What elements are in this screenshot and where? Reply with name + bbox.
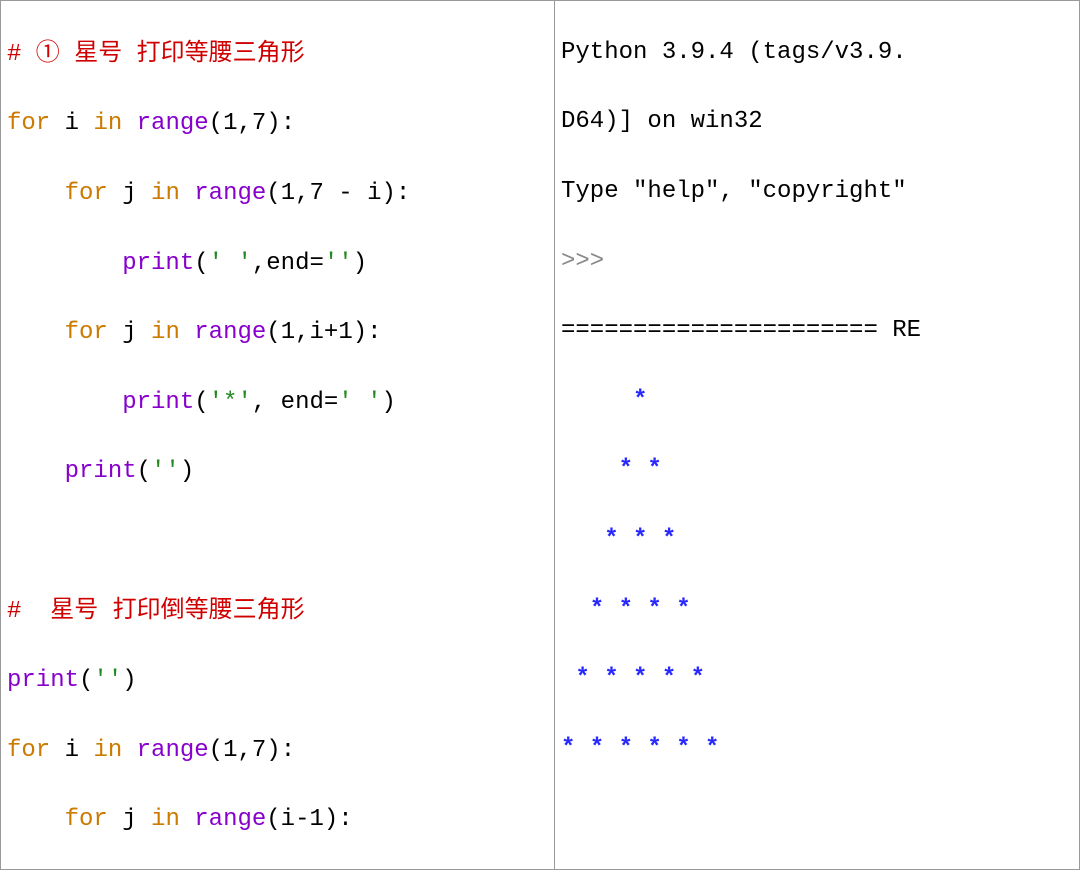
code-editor[interactable]: # ① 星号 打印等腰三角形 for i in range(1,7): for …	[0, 0, 555, 870]
output-line: * *	[561, 453, 1073, 488]
shell-output[interactable]: Python 3.9.4 (tags/v3.9. D64)] on win32 …	[555, 0, 1080, 870]
comment: # 星号 打印倒等腰三角形	[7, 598, 305, 625]
output-line: *	[561, 384, 1073, 419]
code-line: # 星号 打印倒等腰三角形	[7, 595, 548, 630]
output-line: * * *	[561, 523, 1073, 558]
comment: # ① 星号 打印等腰三角形	[7, 41, 305, 68]
output-line: * * * * * *	[561, 732, 1073, 767]
output-line: * * * * *	[561, 662, 1073, 697]
code-line: for j in range(1,i+1):	[7, 316, 548, 351]
prompt: >>>	[561, 245, 1073, 280]
code-line: print('*', end=' ')	[7, 386, 548, 421]
banner-line: Type "help", "copyright"	[561, 175, 1073, 210]
code-line: print(' ',end='')	[7, 247, 548, 282]
restart-separator: ====================== RE	[561, 314, 1073, 349]
banner-line: D64)] on win32	[561, 105, 1073, 140]
blank-line	[561, 801, 1073, 836]
code-line: # ① 星号 打印等腰三角形	[7, 38, 548, 73]
code-line: print('')	[7, 664, 548, 699]
banner-line: Python 3.9.4 (tags/v3.9.	[561, 36, 1073, 71]
code-line: for j in range(1,7 - i):	[7, 177, 548, 212]
code-line: print('')	[7, 455, 548, 490]
output-line: * * * *	[561, 593, 1073, 628]
code-line: for i in range(1,7):	[7, 734, 548, 769]
blank-line	[7, 525, 548, 560]
code-line: for j in range(i-1):	[7, 803, 548, 838]
code-line: for i in range(1,7):	[7, 107, 548, 142]
